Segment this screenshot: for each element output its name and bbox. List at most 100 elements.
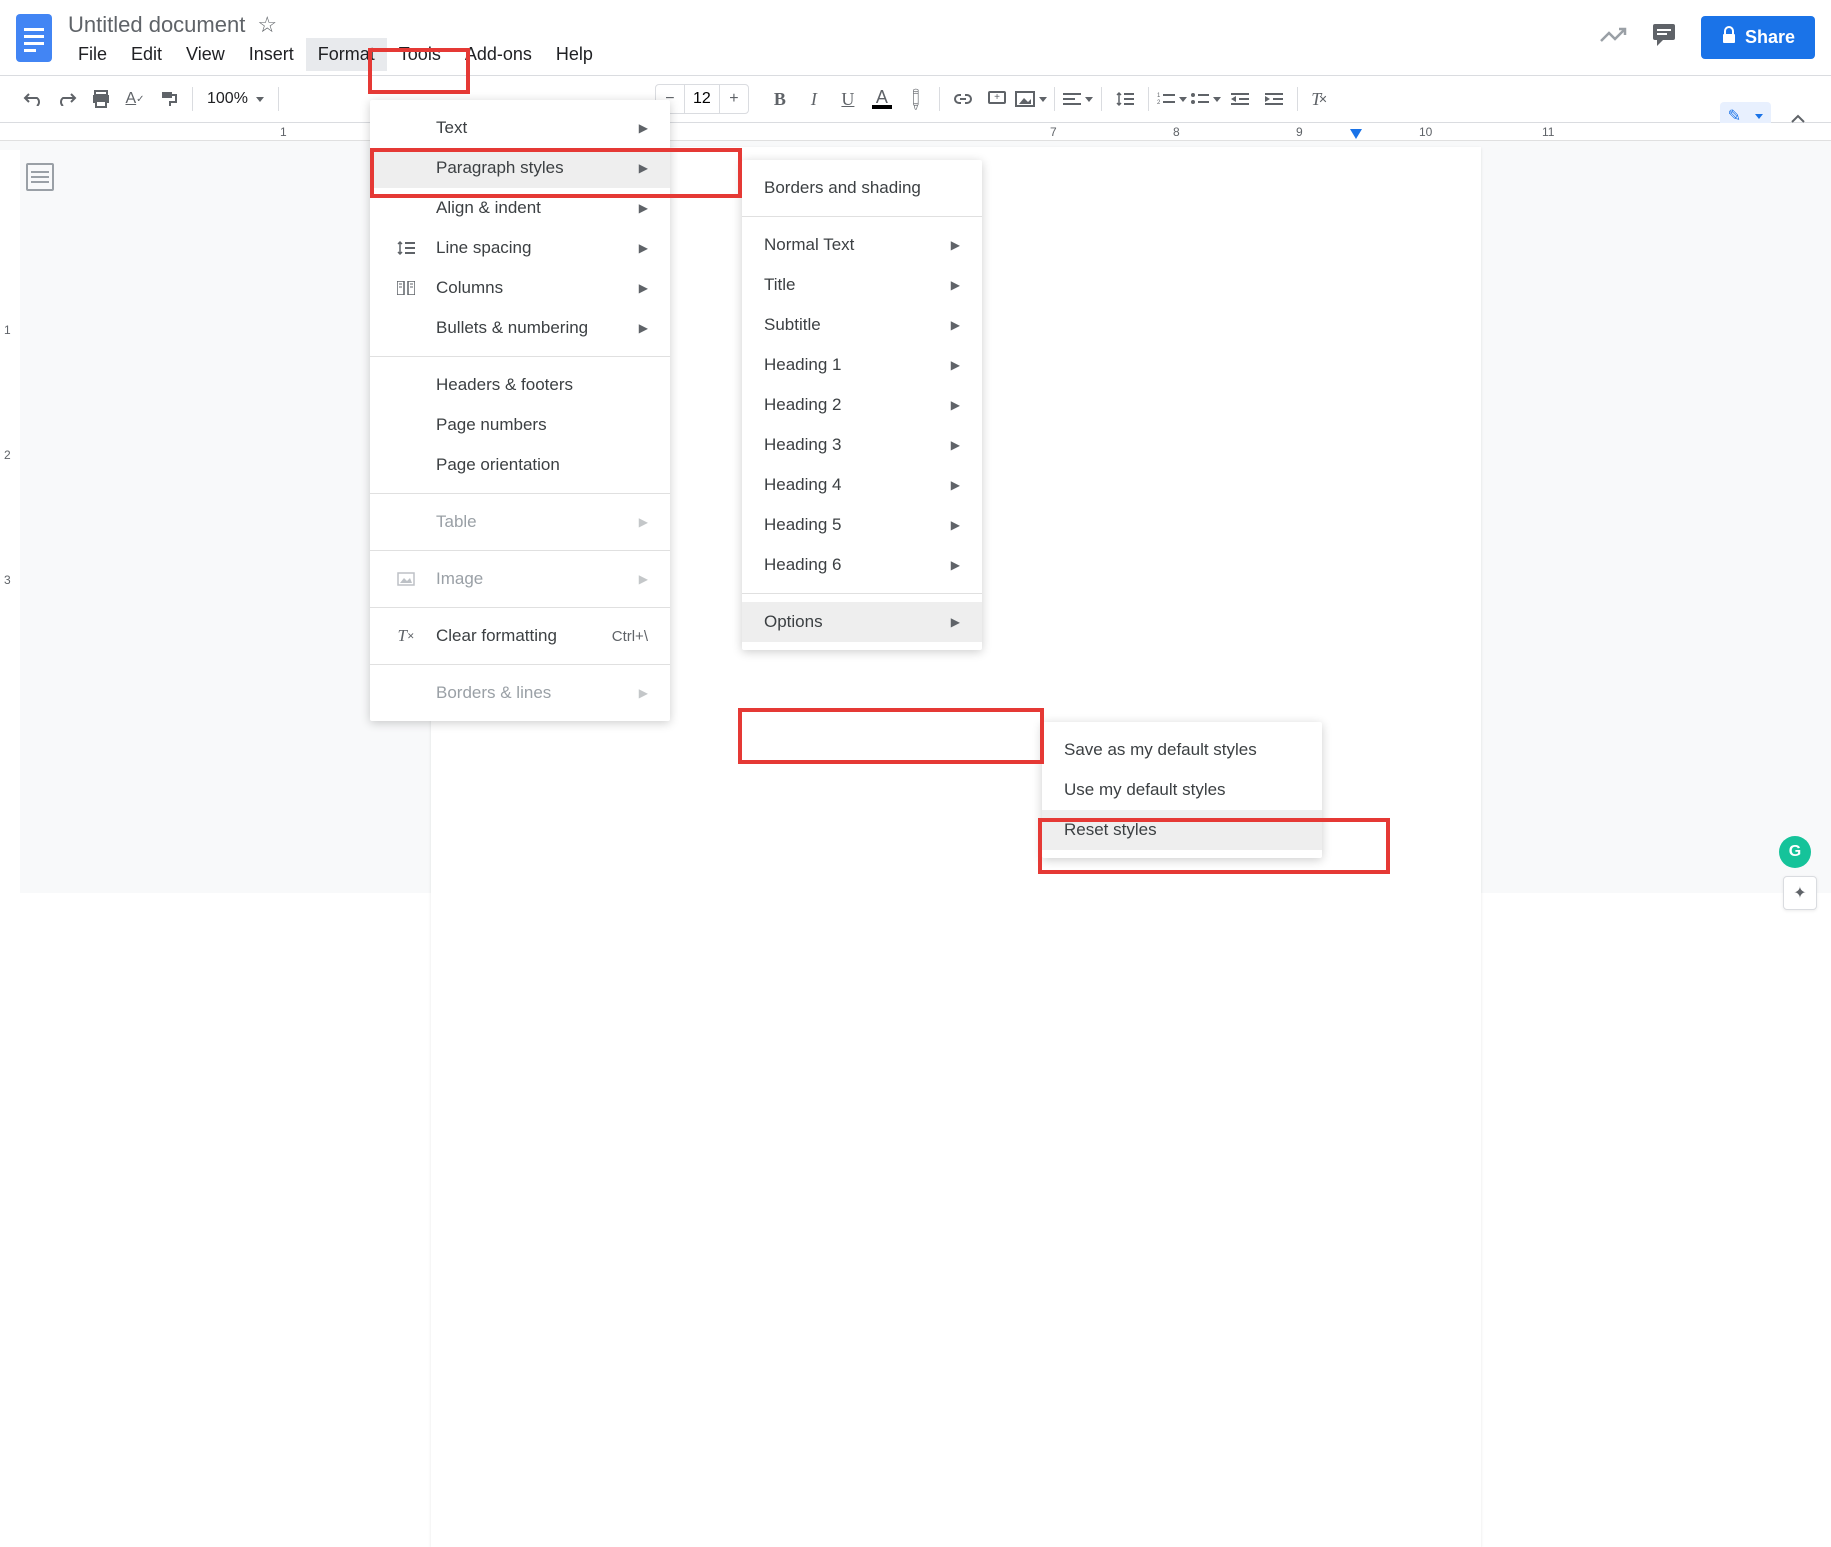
separator (1101, 87, 1102, 111)
menu-page-numbers[interactable]: Page numbers (370, 405, 670, 445)
menu-heading-6[interactable]: Heading 6▶ (742, 545, 982, 585)
bold-button[interactable]: B (763, 82, 797, 116)
chevron-right-icon: ▶ (639, 281, 648, 295)
separator (370, 493, 670, 494)
line-spacing-icon (392, 240, 420, 256)
chevron-down-icon (256, 97, 264, 102)
underline-button[interactable]: U (831, 82, 865, 116)
chevron-right-icon: ▶ (639, 121, 648, 135)
menu-bullets-numbering[interactable]: Bullets & numbering▶ (370, 308, 670, 348)
chevron-right-icon: ▶ (951, 238, 960, 252)
menu-edit[interactable]: Edit (119, 38, 174, 71)
grammarly-icon[interactable]: G (1779, 836, 1811, 868)
image-icon (392, 572, 420, 586)
insert-link-button[interactable] (946, 82, 980, 116)
menu-normal-text[interactable]: Normal Text▶ (742, 225, 982, 265)
menu-headers-footers[interactable]: Headers & footers (370, 365, 670, 405)
menu-help[interactable]: Help (544, 38, 605, 71)
increase-indent-button[interactable] (1257, 82, 1291, 116)
menu-reset-styles[interactable]: Reset styles (1042, 810, 1322, 850)
menu-addons[interactable]: Add-ons (453, 38, 544, 71)
menu-columns[interactable]: Columns▶ (370, 268, 670, 308)
separator (742, 216, 982, 217)
svg-text:1: 1 (1157, 93, 1161, 99)
menubar: File Edit View Insert Format Tools Add-o… (56, 38, 1819, 71)
clear-formatting-button[interactable]: T✕ (1304, 82, 1338, 116)
italic-button[interactable]: I (797, 82, 831, 116)
font-size-value[interactable]: 12 (684, 85, 720, 113)
bulleted-list-button[interactable] (1189, 82, 1223, 116)
font-size-increase[interactable]: + (720, 85, 748, 113)
chevron-right-icon: ▶ (951, 478, 960, 492)
line-spacing-button[interactable] (1108, 82, 1142, 116)
menu-clear-formatting[interactable]: T✕Clear formattingCtrl+\ (370, 616, 670, 656)
horizontal-ruler[interactable]: 1 7 8 9 10 11 (0, 123, 1831, 141)
ruler-margin-marker[interactable] (1350, 129, 1362, 139)
zoom-dropdown[interactable]: 100% (199, 90, 272, 108)
chevron-right-icon: ▶ (951, 358, 960, 372)
menu-view[interactable]: View (174, 38, 237, 71)
insert-image-button[interactable] (1014, 82, 1048, 116)
menu-insert[interactable]: Insert (237, 38, 306, 71)
menu-tools[interactable]: Tools (387, 38, 453, 71)
share-label: Share (1745, 27, 1795, 48)
menu-align-indent[interactable]: Align & indent▶ (370, 188, 670, 228)
menu-title[interactable]: Title▶ (742, 265, 982, 305)
menu-format[interactable]: Format (306, 38, 387, 71)
chevron-right-icon: ▶ (639, 161, 648, 175)
highlight-button[interactable]: 🖍 (899, 82, 933, 116)
star-icon[interactable]: ☆ (257, 12, 277, 38)
chevron-right-icon: ▶ (639, 201, 648, 215)
vertical-ruler[interactable]: 1 2 3 (0, 150, 20, 920)
separator (939, 87, 940, 111)
chevron-right-icon: ▶ (951, 318, 960, 332)
menu-borders-shading[interactable]: Borders and shading (742, 168, 982, 208)
menu-subtitle[interactable]: Subtitle▶ (742, 305, 982, 345)
menu-file[interactable]: File (66, 38, 119, 71)
menu-save-default-styles[interactable]: Save as my default styles (1042, 730, 1322, 770)
menu-heading-1[interactable]: Heading 1▶ (742, 345, 982, 385)
ruler-tick: 1 (280, 125, 287, 139)
separator (370, 550, 670, 551)
menu-heading-2[interactable]: Heading 2▶ (742, 385, 982, 425)
explore-button[interactable]: ✦ (1783, 876, 1817, 910)
outline-icon[interactable] (26, 163, 54, 191)
undo-button[interactable] (16, 82, 50, 116)
menu-heading-4[interactable]: Heading 4▶ (742, 465, 982, 505)
numbered-list-button[interactable]: 12 (1155, 82, 1189, 116)
format-dropdown: Text▶ Paragraph styles▶ Align & indent▶ … (370, 100, 670, 721)
comments-icon[interactable] (1651, 22, 1677, 53)
separator (1148, 87, 1149, 111)
chevron-right-icon: ▶ (951, 438, 960, 452)
text-color-button[interactable]: A (865, 82, 899, 116)
paint-format-button[interactable] (152, 82, 186, 116)
svg-text:2: 2 (1157, 100, 1161, 106)
document-title[interactable]: Untitled document (68, 12, 245, 38)
activity-icon[interactable] (1599, 25, 1627, 50)
chevron-right-icon: ▶ (639, 241, 648, 255)
columns-icon (392, 281, 420, 295)
share-button[interactable]: Share (1701, 16, 1815, 59)
ruler-tick: 7 (1050, 125, 1057, 139)
decrease-indent-button[interactable] (1223, 82, 1257, 116)
print-button[interactable] (84, 82, 118, 116)
spellcheck-button[interactable]: A✓ (118, 82, 152, 116)
chevron-right-icon: ▶ (951, 278, 960, 292)
align-button[interactable] (1061, 82, 1095, 116)
menu-options[interactable]: Options▶ (742, 602, 982, 642)
menu-use-default-styles[interactable]: Use my default styles (1042, 770, 1322, 810)
separator (370, 356, 670, 357)
menu-heading-3[interactable]: Heading 3▶ (742, 425, 982, 465)
separator (192, 87, 193, 111)
zoom-value: 100% (207, 90, 248, 108)
menu-borders-lines: Borders & lines▶ (370, 673, 670, 713)
menu-heading-5[interactable]: Heading 5▶ (742, 505, 982, 545)
menu-page-orientation[interactable]: Page orientation (370, 445, 670, 485)
separator (1297, 87, 1298, 111)
menu-paragraph-styles[interactable]: Paragraph styles▶ (370, 148, 670, 188)
menu-line-spacing[interactable]: Line spacing▶ (370, 228, 670, 268)
redo-button[interactable] (50, 82, 84, 116)
insert-comment-button[interactable]: + (980, 82, 1014, 116)
menu-text[interactable]: Text▶ (370, 108, 670, 148)
docs-logo[interactable] (12, 8, 56, 68)
